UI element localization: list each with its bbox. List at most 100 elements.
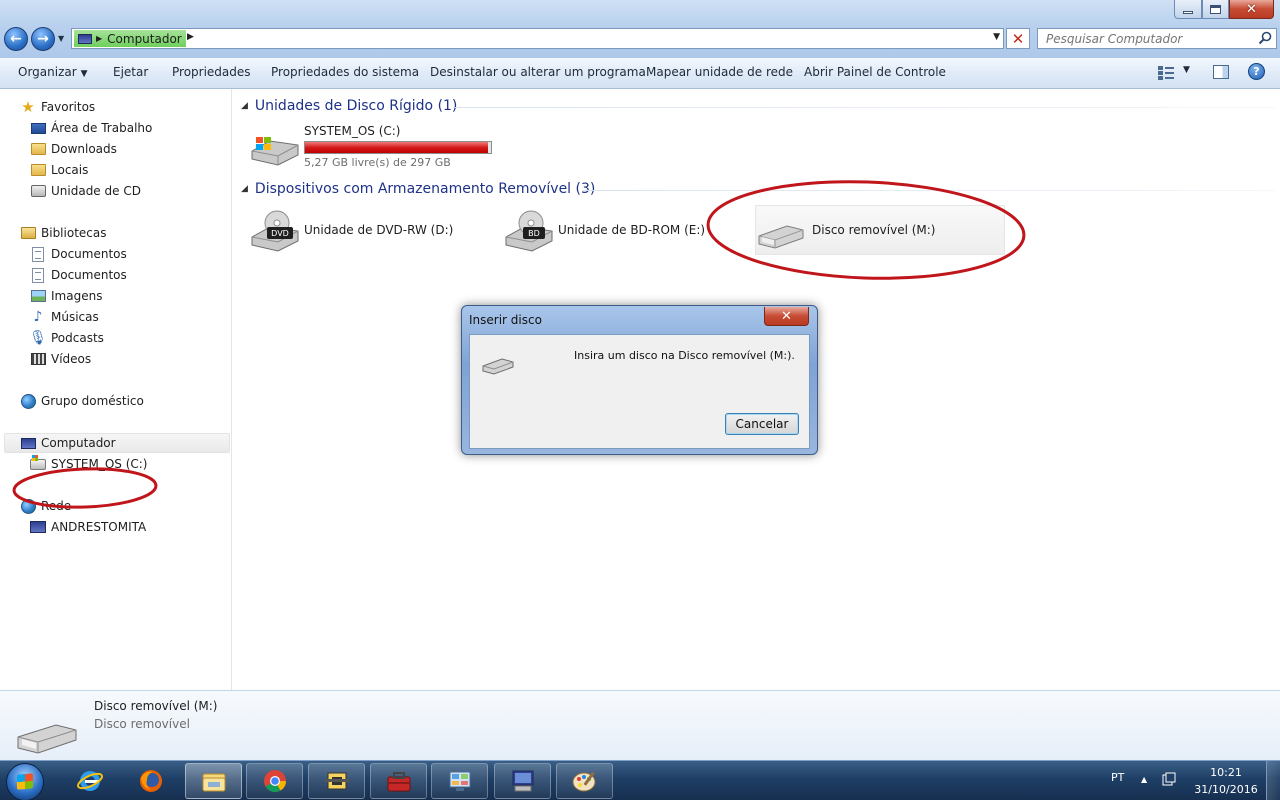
sidebar-item-system-drive[interactable]: SYSTEM_OS (C:) — [30, 454, 148, 474]
view-options-chevron-icon[interactable]: ▼ — [1183, 65, 1190, 75]
document-icon — [32, 267, 44, 283]
taskbar-internet-explorer[interactable] — [61, 763, 118, 799]
show-hidden-icons-icon[interactable]: ▲ — [1141, 775, 1147, 784]
sidebar-item-favorites[interactable]: ★ Favoritos — [20, 97, 95, 117]
cancel-button[interactable]: Cancelar — [725, 413, 799, 435]
group-header-label: Unidades de Disco Rígido (1) — [254, 98, 458, 114]
collapse-triangle-icon[interactable]: ◢ — [241, 184, 248, 194]
sidebar-item-label: Computador — [41, 436, 116, 450]
taskbar-computer[interactable] — [494, 763, 551, 799]
language-indicator[interactable]: PT — [1111, 771, 1124, 784]
address-bar[interactable]: ▶ Computador ▶ ▼ — [71, 28, 1004, 49]
maximize-button[interactable] — [1202, 0, 1229, 19]
address-dropdown-icon[interactable]: ▼ — [993, 32, 1000, 42]
sidebar-item-music[interactable]: ♪ Músicas — [30, 307, 99, 327]
cd-drive-icon — [30, 185, 46, 197]
firefox-icon — [139, 770, 162, 792]
group-header-removable[interactable]: ◢ Dispositivos com Armazenamento Removív… — [241, 181, 595, 197]
action-center-icon[interactable] — [1162, 772, 1176, 786]
sidebar-item-videos[interactable]: Vídeos — [30, 349, 91, 369]
drive-tile-removable[interactable]: Disco removível (M:) — [741, 202, 1005, 258]
breadcrumb[interactable]: ▶ Computador — [74, 30, 186, 47]
places-folder-icon — [30, 164, 46, 176]
breadcrumb-computer[interactable]: Computador — [107, 32, 182, 46]
map-network-drive-button[interactable]: Mapear unidade de rede — [646, 65, 793, 79]
internet-explorer-icon — [76, 771, 103, 791]
properties-button[interactable]: Propriedades — [172, 65, 251, 79]
computer-icon — [78, 33, 92, 44]
removable-disk-icon — [758, 225, 804, 249]
dialog-close-button[interactable]: ✕ — [764, 307, 809, 326]
sidebar-item-computer[interactable]: Computador — [20, 433, 116, 453]
paint-icon — [572, 771, 595, 792]
sidebar-item-label: Unidade de CD — [51, 184, 141, 198]
sidebar-item-network[interactable]: Rede — [20, 496, 71, 516]
computer-icon — [20, 437, 36, 449]
stop-button[interactable]: ✕ — [1006, 28, 1030, 49]
dvd-drive-icon: DVD — [251, 210, 299, 252]
video-icon — [30, 353, 46, 365]
dialog-title: Inserir disco — [469, 313, 542, 327]
search-icon[interactable] — [1258, 31, 1272, 45]
homegroup-icon — [20, 393, 36, 409]
preview-pane-icon[interactable] — [1213, 65, 1229, 79]
taskbar-firefox[interactable] — [122, 763, 179, 799]
clock-date[interactable]: 31/10/2016 — [1194, 783, 1258, 796]
sidebar-item-downloads[interactable]: Downloads — [30, 139, 117, 159]
sidebar-item-homegroup[interactable]: Grupo doméstico — [20, 391, 144, 411]
sidebar-item-label: Músicas — [51, 310, 99, 324]
sidebar-item-places[interactable]: Locais — [30, 160, 88, 180]
drive-tile-system[interactable]: SYSTEM_OS (C:) 5,27 GB livre(s) de 297 G… — [233, 119, 503, 169]
sidebar-item-label: Vídeos — [51, 352, 92, 366]
sidebar-item-documents-2[interactable]: Documentos — [30, 265, 127, 285]
taskbar-chrome[interactable] — [246, 763, 303, 799]
open-control-panel-button[interactable]: Abrir Painel de Controle — [804, 65, 946, 79]
drive-free-space: 5,27 GB livre(s) de 297 GB — [304, 156, 451, 169]
help-icon[interactable]: ? — [1248, 63, 1265, 80]
sidebar-item-documents[interactable]: Documentos — [30, 244, 127, 264]
network-icon — [20, 498, 36, 514]
system-properties-button[interactable]: Propriedades do sistema — [271, 65, 419, 79]
uninstall-program-button[interactable]: Desinstalar ou alterar um programa — [430, 65, 646, 79]
taskbar-paint[interactable] — [556, 763, 613, 799]
arrow-left-icon: ← — [10, 31, 22, 47]
taskbar — [0, 760, 1280, 800]
drive-tile-bd[interactable]: BD Unidade de BD-ROM (E:) — [487, 202, 727, 258]
bd-drive-icon: BD — [505, 210, 553, 252]
eject-button[interactable]: Ejetar — [113, 65, 148, 79]
group-header-label: Dispositivos com Armazenamento Removível… — [254, 181, 596, 197]
sidebar-item-podcasts[interactable]: 🎙 Podcasts — [29, 328, 104, 348]
show-desktop-button[interactable] — [1266, 761, 1280, 800]
minimize-button[interactable] — [1174, 0, 1202, 19]
taskbar-toolbox[interactable] — [370, 763, 427, 799]
collapse-triangle-icon[interactable]: ◢ — [241, 101, 248, 111]
hard-drive-icon — [30, 454, 46, 470]
details-pane: Disco removível (M:) Disco removível — [0, 690, 1280, 760]
recent-pages-button[interactable]: ▼ — [58, 34, 68, 44]
drive-tile-dvd[interactable]: DVD Unidade de DVD-RW (D:) — [233, 202, 473, 258]
sidebar-item-desktop[interactable]: Área de Trabalho — [30, 118, 152, 138]
breadcrumb-chevron-icon[interactable]: ▶ — [187, 32, 194, 42]
taskbar-control-panel[interactable] — [431, 763, 488, 799]
details-item-type: Disco removível — [94, 717, 190, 731]
taskbar-file-explorer[interactable] — [185, 763, 242, 799]
forward-button[interactable]: → — [31, 27, 55, 51]
organize-button[interactable]: Organizar ▼ — [18, 65, 88, 79]
change-view-icon[interactable] — [1158, 66, 1174, 80]
sidebar-item-network-pc[interactable]: ANDRESTOMITA — [30, 517, 146, 537]
pictures-icon — [30, 290, 46, 302]
back-button[interactable]: ← — [4, 27, 28, 51]
removable-disk-icon — [17, 724, 77, 754]
sidebar-item-pictures[interactable]: Imagens — [30, 286, 102, 306]
drive-name: Unidade de DVD-RW (D:) — [304, 223, 454, 237]
close-button[interactable]: ✕ — [1229, 0, 1274, 19]
document-icon — [32, 246, 44, 262]
group-header-hard-disks[interactable]: ◢ Unidades de Disco Rígido (1) — [241, 98, 457, 114]
sidebar-item-cd-drive[interactable]: Unidade de CD — [30, 181, 141, 201]
taskbar-app[interactable] — [308, 763, 365, 799]
sidebar-item-libraries[interactable]: Bibliotecas — [20, 223, 106, 243]
search-input[interactable] — [1037, 28, 1277, 49]
breadcrumb-separator-icon[interactable]: ▶ — [96, 34, 102, 43]
dialog-message: Insira um disco na Disco removível (M:). — [574, 349, 795, 362]
clock-time[interactable]: 10:21 — [1198, 766, 1254, 779]
